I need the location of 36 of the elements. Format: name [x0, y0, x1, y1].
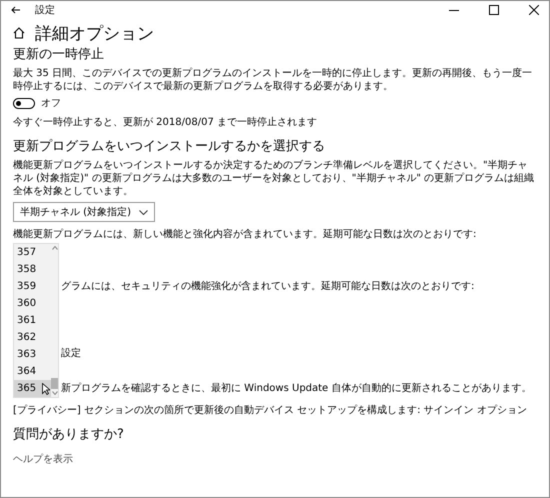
home-icon[interactable]	[13, 27, 25, 39]
description-text: 最大 35 日間、このデバイスでの更新プログラムのインストールを一時的に停止します。更新の再開後、もう一度一時停止するには、このデバイスで最新の更新プログラムを取得する必要があります。	[13, 67, 534, 93]
scroll-up-icon[interactable]	[52, 246, 58, 250]
back-arrow-icon[interactable]	[11, 6, 21, 14]
partial-text: 設定	[61, 347, 82, 360]
partial-text: 新プログラムを確認するときに、最初に Windows Update 自体が自動的に更新されることがあります。	[61, 382, 532, 395]
partial-text: グラムには、セキュリティの機能強化が含まれています。延期可能な日数は次のとおりです:	[61, 280, 476, 293]
scroll-down-icon[interactable]	[52, 391, 58, 395]
pointer-cursor-icon	[42, 383, 50, 395]
toggle-switch[interactable]	[13, 98, 35, 109]
channel-dropdown[interactable]: 半期チャネル (対象指定)	[13, 202, 155, 222]
pause-note: 今すぐ一時停止すると、更新が 2018/08/07 まで一時停止されます	[13, 116, 318, 129]
list-item[interactable]: 362	[14, 329, 51, 346]
list-item[interactable]: 359	[14, 278, 51, 295]
scrollbar[interactable]	[51, 244, 58, 397]
list-item[interactable]: 365	[14, 380, 51, 397]
privacy-text: [プライバシー] セクションの次の箇所で更新後の自動デバイス セットアップを構成します: サインイン オプション	[13, 404, 528, 417]
maximize-icon[interactable]	[489, 5, 499, 15]
list-item[interactable]: 361	[14, 312, 51, 329]
toggle-label: オフ	[41, 97, 61, 110]
list-item[interactable]: 364	[14, 363, 51, 380]
list-item[interactable]: 358	[14, 261, 51, 278]
description-text: 機能更新プログラムをいつインストールするか決定するためのブランチ準備レベルを選択してください。"半期チャネル (対象指定)" の更新プログラムは大多数のユーザーを対象としており、"半期チャネル" の更新プログラムは組織全体を対象としています。	[13, 159, 536, 198]
list-item[interactable]: 360	[14, 295, 51, 312]
close-icon[interactable]	[529, 5, 539, 15]
help-link[interactable]: ヘルプを表示	[13, 452, 73, 466]
section-heading: 質問がありますか?	[13, 426, 125, 443]
window-title: 設定	[35, 4, 55, 17]
feature-text: 機能更新プログラムには、新しい機能と強化内容が含まれています。延期可能な日数は次のとおりです:	[13, 228, 478, 241]
list-item[interactable]: 357	[14, 244, 51, 261]
list-item[interactable]: 363	[14, 346, 51, 363]
chevron-down-icon	[138, 210, 148, 214]
scrollbar-thumb[interactable]	[51, 378, 58, 389]
section-heading: 更新プログラムをいつインストールするかを選択する	[13, 138, 326, 155]
section-heading: 更新の一時停止	[13, 46, 105, 63]
page-title: 詳細オプション	[35, 22, 154, 44]
